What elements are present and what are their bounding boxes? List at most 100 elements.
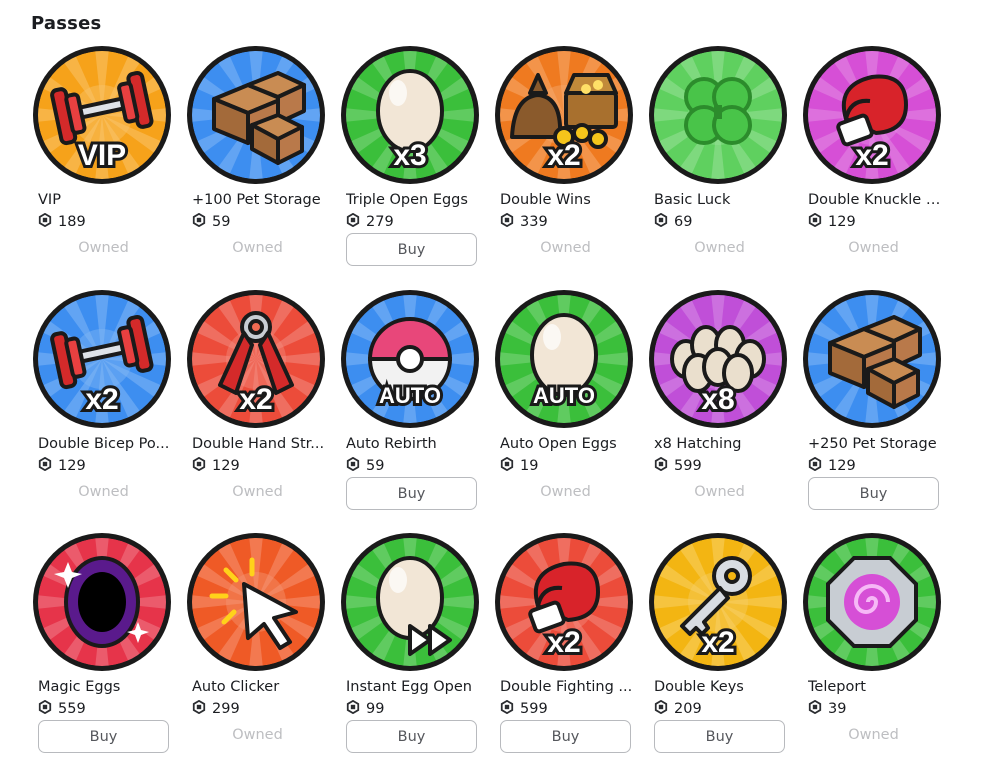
pass-card[interactable]: Teleport 39 Owned bbox=[802, 532, 942, 772]
pass-name[interactable]: Teleport bbox=[808, 679, 944, 695]
egg-icon[interactable]: x3 bbox=[340, 45, 480, 185]
pass-price: 39 bbox=[808, 700, 846, 718]
owned-label: Owned bbox=[540, 484, 591, 500]
pass-card[interactable]: x2 Double Hand Str... 129 Owned bbox=[186, 289, 326, 529]
pass-card[interactable]: +100 Pet Storage 59 Owned bbox=[186, 45, 326, 285]
boxing-glove-icon[interactable]: x2 bbox=[802, 45, 942, 185]
robux-icon bbox=[654, 213, 668, 231]
robux-icon bbox=[192, 700, 206, 718]
pass-price: 129 bbox=[38, 457, 86, 475]
pass-name[interactable]: Basic Luck bbox=[654, 192, 790, 208]
pass-card[interactable]: Instant Egg Open 99 Buy bbox=[340, 532, 480, 772]
pass-price: 59 bbox=[192, 213, 230, 231]
pass-price-value: 129 bbox=[828, 458, 856, 474]
boxes-icon[interactable] bbox=[802, 289, 942, 429]
pass-price: 209 bbox=[654, 700, 702, 718]
robux-icon bbox=[500, 213, 514, 231]
pass-name[interactable]: Double Keys bbox=[654, 679, 790, 695]
section-title: Passes bbox=[31, 13, 102, 34]
eggs-pile-icon[interactable]: x8 bbox=[648, 289, 788, 429]
portal-icon[interactable] bbox=[32, 532, 172, 672]
svg-text:x2: x2 bbox=[855, 139, 888, 172]
owned-label: Owned bbox=[232, 240, 283, 256]
pass-name[interactable]: Auto Clicker bbox=[192, 679, 328, 695]
pass-price: 299 bbox=[192, 700, 240, 718]
pass-price-value: 599 bbox=[674, 458, 702, 474]
key-icon[interactable]: x2 bbox=[648, 532, 788, 672]
pass-price-value: 339 bbox=[520, 214, 548, 230]
pass-card[interactable]: x8 x8 Hatching 599 Owned bbox=[648, 289, 788, 529]
pass-card[interactable]: x2 Double Bicep Po... 129 Owned bbox=[32, 289, 172, 529]
buy-button[interactable]: Buy bbox=[346, 233, 477, 266]
pass-name[interactable]: Double Fighting ... bbox=[500, 679, 636, 695]
hand-gripper-icon[interactable]: x2 bbox=[186, 289, 326, 429]
pass-name[interactable]: Triple Open Eggs bbox=[346, 192, 482, 208]
robux-icon bbox=[808, 213, 822, 231]
buy-button[interactable]: Buy bbox=[38, 720, 169, 753]
pass-card[interactable]: x3 Triple Open Eggs 279 Buy bbox=[340, 45, 480, 285]
pass-price-value: 279 bbox=[366, 214, 394, 230]
pass-card[interactable]: Magic Eggs 559 Buy bbox=[32, 532, 172, 772]
pass-price-value: 559 bbox=[58, 701, 86, 717]
pass-price-value: 599 bbox=[520, 701, 548, 717]
owned-label: Owned bbox=[848, 727, 899, 743]
egg-icon[interactable]: AUTO bbox=[494, 289, 634, 429]
pass-name[interactable]: VIP bbox=[38, 192, 174, 208]
pass-card[interactable]: x2 Double Fighting ... 599 Buy bbox=[494, 532, 634, 772]
svg-text:AUTO: AUTO bbox=[379, 383, 441, 408]
robux-icon bbox=[808, 457, 822, 475]
pass-name[interactable]: Magic Eggs bbox=[38, 679, 174, 695]
pass-name[interactable]: +250 Pet Storage bbox=[808, 436, 944, 452]
pass-price-value: 129 bbox=[828, 214, 856, 230]
pass-name[interactable]: Auto Open Eggs bbox=[500, 436, 636, 452]
pass-card[interactable]: AUTO Auto Rebirth 59 Buy bbox=[340, 289, 480, 529]
dumbbell-icon[interactable]: x2 bbox=[32, 289, 172, 429]
buy-button[interactable]: Buy bbox=[654, 720, 785, 753]
robux-icon bbox=[192, 213, 206, 231]
pass-name[interactable]: +100 Pet Storage bbox=[192, 192, 328, 208]
rebirth-icon[interactable]: AUTO bbox=[340, 289, 480, 429]
robux-icon bbox=[38, 457, 52, 475]
owned-label: Owned bbox=[232, 727, 283, 743]
pass-price-value: 189 bbox=[58, 214, 86, 230]
pass-name[interactable]: Double Hand Str... bbox=[192, 436, 328, 452]
robux-icon bbox=[38, 700, 52, 718]
pass-card[interactable]: x2 Double Keys 209 Buy bbox=[648, 532, 788, 772]
pass-name[interactable]: Auto Rebirth bbox=[346, 436, 482, 452]
pass-price-value: 59 bbox=[366, 458, 385, 474]
pass-card[interactable]: AUTO Auto Open Eggs 19 Owned bbox=[494, 289, 634, 529]
pass-price: 19 bbox=[500, 457, 538, 475]
pass-card[interactable]: VIP VIP 189 Owned bbox=[32, 45, 172, 285]
pass-name[interactable]: Double Bicep Po... bbox=[38, 436, 174, 452]
robux-icon bbox=[500, 700, 514, 718]
svg-text:x2: x2 bbox=[547, 139, 580, 172]
pass-price: 59 bbox=[346, 457, 384, 475]
pass-card[interactable]: x2 Double Knuckle S... 129 Owned bbox=[802, 45, 944, 285]
boxes-icon[interactable] bbox=[186, 45, 326, 185]
owned-label: Owned bbox=[848, 240, 899, 256]
pass-card[interactable]: +250 Pet Storage 129 Buy bbox=[802, 289, 942, 529]
pass-price: 99 bbox=[346, 700, 384, 718]
buy-button[interactable]: Buy bbox=[500, 720, 631, 753]
boxing-glove-icon[interactable]: x2 bbox=[494, 532, 634, 672]
cursor-icon[interactable] bbox=[186, 532, 326, 672]
buy-button[interactable]: Buy bbox=[346, 720, 477, 753]
pass-card[interactable]: Auto Clicker 299 Owned bbox=[186, 532, 326, 772]
dumbbell-icon[interactable]: VIP bbox=[32, 45, 172, 185]
pass-name[interactable]: Double Wins bbox=[500, 192, 636, 208]
pass-price-value: 129 bbox=[58, 458, 86, 474]
treasure-icon[interactable]: x2 bbox=[494, 45, 634, 185]
pass-name[interactable]: Double Knuckle S... bbox=[808, 192, 944, 208]
buy-button[interactable]: Buy bbox=[808, 477, 939, 510]
pass-name[interactable]: x8 Hatching bbox=[654, 436, 790, 452]
pass-card[interactable]: Basic Luck 69 Owned bbox=[648, 45, 788, 285]
pass-price: 599 bbox=[500, 700, 548, 718]
egg-icon[interactable] bbox=[340, 532, 480, 672]
buy-button[interactable]: Buy bbox=[346, 477, 477, 510]
teleport-icon[interactable] bbox=[802, 532, 942, 672]
pass-card[interactable]: x2 Double Wins 339 Owned bbox=[494, 45, 634, 285]
clover-icon[interactable] bbox=[648, 45, 788, 185]
pass-name[interactable]: Instant Egg Open bbox=[346, 679, 482, 695]
robux-icon bbox=[38, 213, 52, 231]
robux-icon bbox=[654, 700, 668, 718]
